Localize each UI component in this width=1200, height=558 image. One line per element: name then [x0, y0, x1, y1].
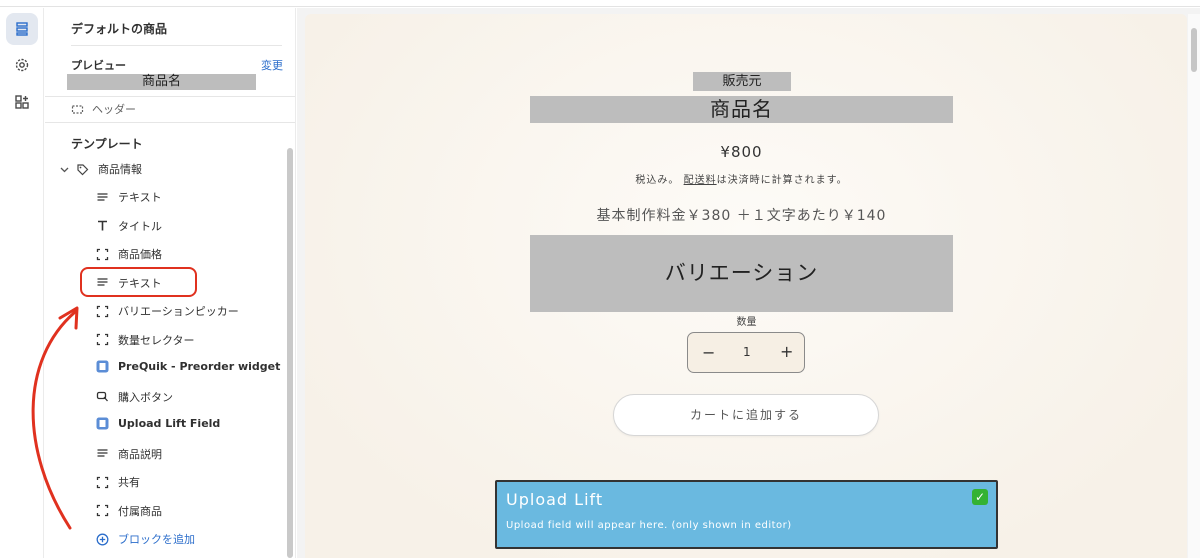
sidebar-scrollbar[interactable]: [287, 148, 293, 558]
sidebar-block-label: Upload Lift Field: [118, 417, 221, 430]
text-icon: [96, 191, 109, 204]
sidebar-block-item[interactable]: 付属商品: [96, 503, 162, 519]
text-icon: [96, 447, 109, 460]
apps-icon[interactable]: [6, 86, 38, 118]
sidebar-block-item[interactable]: テキスト: [96, 189, 162, 205]
header-section-item[interactable]: ヘッダー: [71, 101, 136, 117]
sidebar-block-label: タイトル: [118, 219, 162, 233]
sidebar-block-label: 数量セレクター: [118, 333, 195, 347]
sidebar-block-label: 購入ボタン: [118, 390, 173, 404]
sidebar-block-item[interactable]: 購入ボタン: [96, 389, 173, 405]
buy-button-icon: [96, 390, 109, 403]
tax-prefix: 税込み。: [635, 175, 680, 186]
gear-icon[interactable]: [6, 49, 38, 81]
sidebar-block-label: バリエーションピッカー: [118, 305, 239, 318]
product-name: 商品名: [530, 96, 953, 123]
vendor-label: 販売元: [693, 72, 791, 91]
upload-lift-block: Upload Lift Upload field will appear her…: [495, 480, 998, 549]
sidebar-block-item[interactable]: 共有: [96, 474, 140, 490]
tax-suffix: は決済時に計算されます。: [716, 175, 848, 186]
sidebar-block-label: テキスト: [118, 191, 162, 204]
quantity-stepper: − 1 +: [687, 332, 805, 373]
annotation-highlight: [80, 267, 197, 297]
divider: [45, 122, 295, 123]
preview-product-name: 商品名: [67, 74, 256, 90]
sidebar-block-label: PreQuik - Preorder widget: [118, 360, 281, 373]
variation-picker[interactable]: バリエーション: [530, 235, 953, 312]
quantity-plus-button[interactable]: +: [780, 342, 793, 361]
sidebar-block-label: 商品価格: [118, 248, 162, 261]
change-link[interactable]: 変更: [261, 57, 283, 73]
header-icon: [71, 104, 84, 114]
preview-label: プレビュー: [71, 59, 126, 72]
title-icon: [96, 219, 109, 232]
block-icon: [96, 333, 109, 346]
sections-icon[interactable]: [6, 13, 38, 45]
upload-subtitle: Upload field will appear here. (only sho…: [506, 520, 792, 531]
product-price: ¥800: [720, 143, 763, 161]
sidebar-block-item[interactable]: 商品価格: [96, 246, 162, 262]
top-border: [0, 0, 1200, 7]
divider: [71, 45, 282, 46]
preview-scrollbar[interactable]: [1191, 28, 1197, 72]
quantity-minus-button[interactable]: −: [702, 343, 715, 362]
app-icon: [96, 417, 109, 430]
template-label: テンプレート: [71, 137, 143, 151]
section-product-info[interactable]: 商品情報: [58, 161, 142, 177]
plus-circle-icon: [96, 533, 109, 545]
section-label: 商品情報: [98, 163, 142, 176]
add-block-button[interactable]: ブロックを追加: [96, 531, 195, 547]
sidebar-block-item[interactable]: 商品説明: [96, 446, 162, 462]
sidebar-block-label: 共有: [118, 476, 140, 489]
shipping-link[interactable]: 配送料: [684, 175, 717, 186]
sidebar-block-item[interactable]: PreQuik - Preorder widget: [96, 360, 280, 373]
chevron-down-icon[interactable]: [58, 163, 71, 176]
sidebar-block-label: 付属商品: [118, 504, 162, 518]
quantity-value[interactable]: 1: [743, 345, 751, 359]
block-icon: [96, 476, 109, 489]
preview-scrollbar-track: [1188, 14, 1200, 558]
sidebar-block-item[interactable]: タイトル: [96, 218, 162, 234]
divider: [45, 96, 295, 97]
base-fee-text: 基本制作料金￥380 ＋１文字あたり￥140: [596, 208, 887, 224]
add-to-cart-button[interactable]: カートに追加する: [613, 394, 879, 436]
sidebar-block-item[interactable]: Upload Lift Field: [96, 417, 220, 430]
upload-title: Upload Lift: [506, 490, 604, 509]
checkmark-icon: ✓: [972, 489, 988, 505]
tag-icon: [77, 163, 89, 175]
app-icon: [96, 360, 109, 373]
header-label: ヘッダー: [92, 103, 136, 116]
block-icon: [96, 504, 109, 517]
quantity-label: 数量: [736, 317, 757, 328]
product-title: デフォルトの商品: [71, 22, 168, 36]
block-icon: [96, 305, 109, 318]
sidebar-block-item[interactable]: バリエーションピッカー: [96, 303, 239, 319]
sidebar-block-item[interactable]: 数量セレクター: [96, 332, 195, 348]
add-block-label: ブロックを追加: [118, 533, 195, 546]
sidebar-block-label: 商品説明: [118, 447, 162, 461]
tax-note: 税込み。 配送料は決済時に計算されます。: [530, 171, 953, 186]
icon-rail: [0, 8, 44, 558]
block-icon: [96, 248, 109, 261]
